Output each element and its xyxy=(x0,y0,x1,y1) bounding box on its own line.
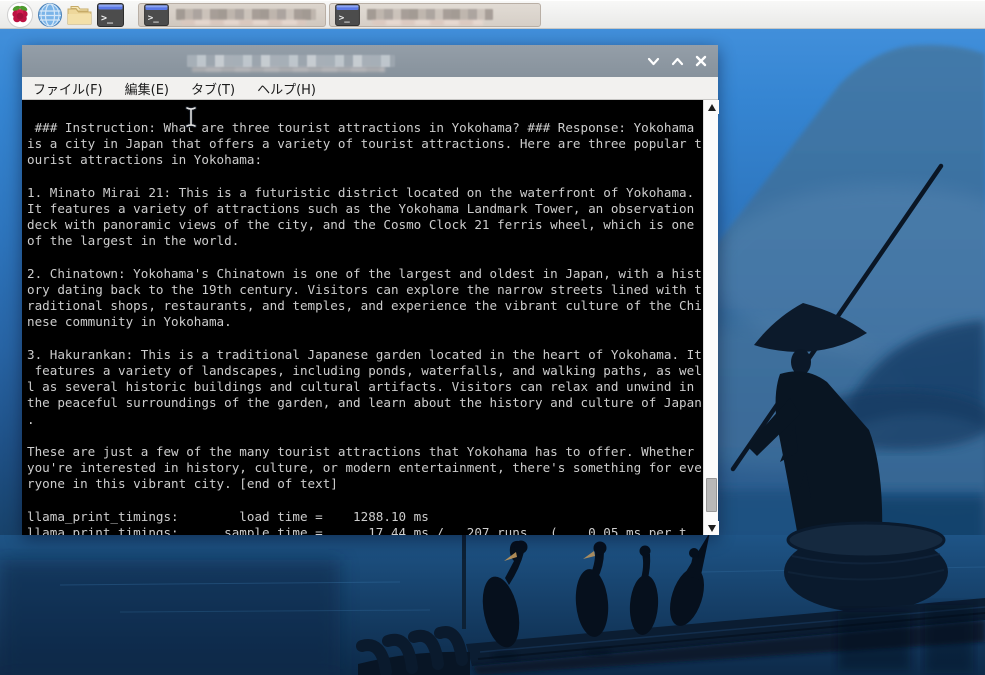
maximize-button[interactable] xyxy=(669,53,685,69)
minimize-button[interactable] xyxy=(645,53,661,69)
svg-text:>_: >_ xyxy=(339,12,351,23)
taskbar-window-button-2[interactable]: >_ xyxy=(329,3,541,27)
close-button[interactable] xyxy=(693,53,709,69)
applications-menu-button[interactable] xyxy=(5,2,35,28)
window-title-redacted xyxy=(187,55,395,67)
scrollbar-thumb[interactable] xyxy=(706,478,717,512)
terminal-icon: >_ xyxy=(97,3,124,27)
terminal-window: ファイル(F) 編集(E) タブ(T) ヘルプ(H) ### Instructi… xyxy=(22,45,718,535)
terminal-launcher-button[interactable]: >_ xyxy=(95,2,125,28)
globe-icon xyxy=(37,2,63,28)
file-manager-button[interactable] xyxy=(65,2,95,28)
window-menubar: ファイル(F) 編集(E) タブ(T) ヘルプ(H) xyxy=(22,77,718,100)
terminal-output: ### Instruction: What are three tourist … xyxy=(22,100,703,535)
close-icon xyxy=(695,55,707,67)
terminal-scrollbar[interactable] xyxy=(703,100,718,535)
folder-icon xyxy=(66,3,94,27)
wallpaper-water-shadow xyxy=(0,560,340,675)
raft-stick xyxy=(462,533,466,629)
triangle-up-icon xyxy=(708,104,716,111)
taskbar-window-title-redacted xyxy=(176,9,316,20)
menu-help[interactable]: ヘルプ(H) xyxy=(257,79,316,98)
terminal-icon: >_ xyxy=(144,4,169,26)
terminal-viewport[interactable]: ### Instruction: What are three tourist … xyxy=(22,100,718,535)
menu-edit[interactable]: 編集(E) xyxy=(125,79,169,98)
window-titlebar[interactable] xyxy=(22,45,718,77)
triangle-down-icon xyxy=(708,525,716,532)
svg-text:>_: >_ xyxy=(101,13,114,24)
chevron-up-icon xyxy=(671,56,684,67)
taskbar-window-title-redacted xyxy=(367,9,493,20)
taskbar-window-button-1[interactable]: >_ xyxy=(138,3,326,27)
scroll-down-button[interactable] xyxy=(704,521,719,535)
window-controls xyxy=(645,45,709,77)
menu-file[interactable]: ファイル(F) xyxy=(33,79,103,98)
chevron-down-icon xyxy=(647,56,660,67)
taskbar: >_ >_ >_ xyxy=(0,0,985,29)
menu-tabs[interactable]: タブ(T) xyxy=(191,79,235,98)
svg-text:>_: >_ xyxy=(148,12,160,23)
scroll-up-button[interactable] xyxy=(704,100,719,114)
terminal-icon: >_ xyxy=(335,4,360,26)
raspberry-icon xyxy=(7,2,33,28)
ibeam-mouse-cursor xyxy=(184,106,198,132)
web-browser-button[interactable] xyxy=(35,2,65,28)
